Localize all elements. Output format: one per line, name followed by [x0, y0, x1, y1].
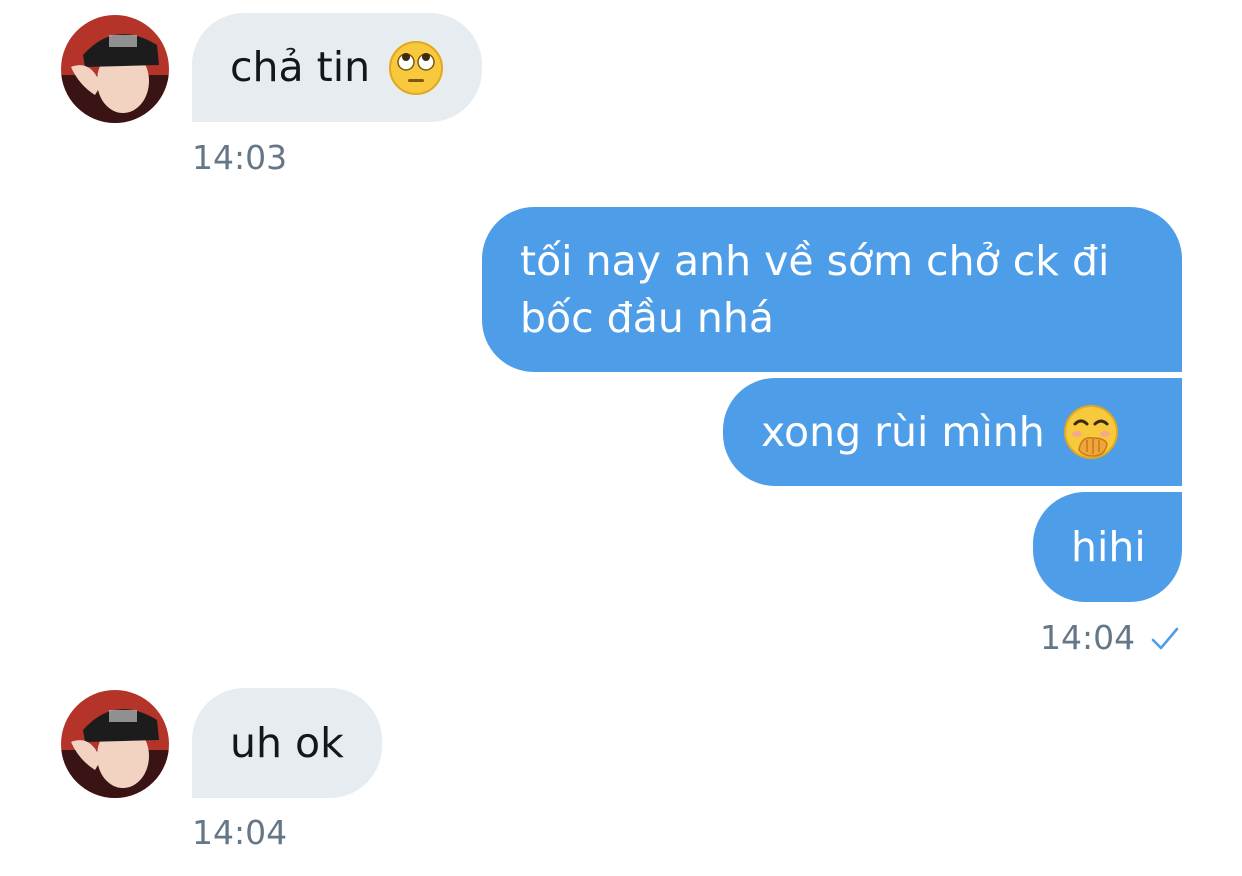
face-with-rolling-eyes-icon — [389, 40, 444, 95]
message-timestamp: 14:03 — [192, 138, 288, 177]
outgoing-message-bubble[interactable]: tối nay anh về sớm chở ck đi bốc đầu nhá — [482, 207, 1182, 372]
message-text-line-1: tối nay anh về sớm chở ck đi — [520, 237, 1110, 285]
message-timestamp: 14:04 — [192, 813, 288, 852]
outgoing-message-bubble[interactable]: hihi — [1033, 492, 1182, 602]
incoming-message-bubble[interactable]: chả tin — [192, 13, 483, 122]
sent-check-icon — [1151, 627, 1179, 650]
outgoing-message-bubble[interactable]: xong rùi mình — [723, 378, 1182, 486]
message-timestamp: 14:04 — [1040, 618, 1136, 657]
face-with-hand-over-mouth-icon — [1063, 405, 1118, 459]
sender-avatar[interactable] — [61, 15, 169, 123]
message-text: uh ok — [230, 718, 344, 767]
message-text: chả tin — [230, 43, 371, 91]
message-text-line-2: bốc đầu nhá — [520, 294, 774, 342]
sender-avatar[interactable] — [61, 690, 169, 798]
message-text: hihi — [1071, 522, 1146, 571]
incoming-message-bubble[interactable]: uh ok — [192, 688, 382, 798]
message-text: xong rùi mình — [761, 407, 1045, 456]
